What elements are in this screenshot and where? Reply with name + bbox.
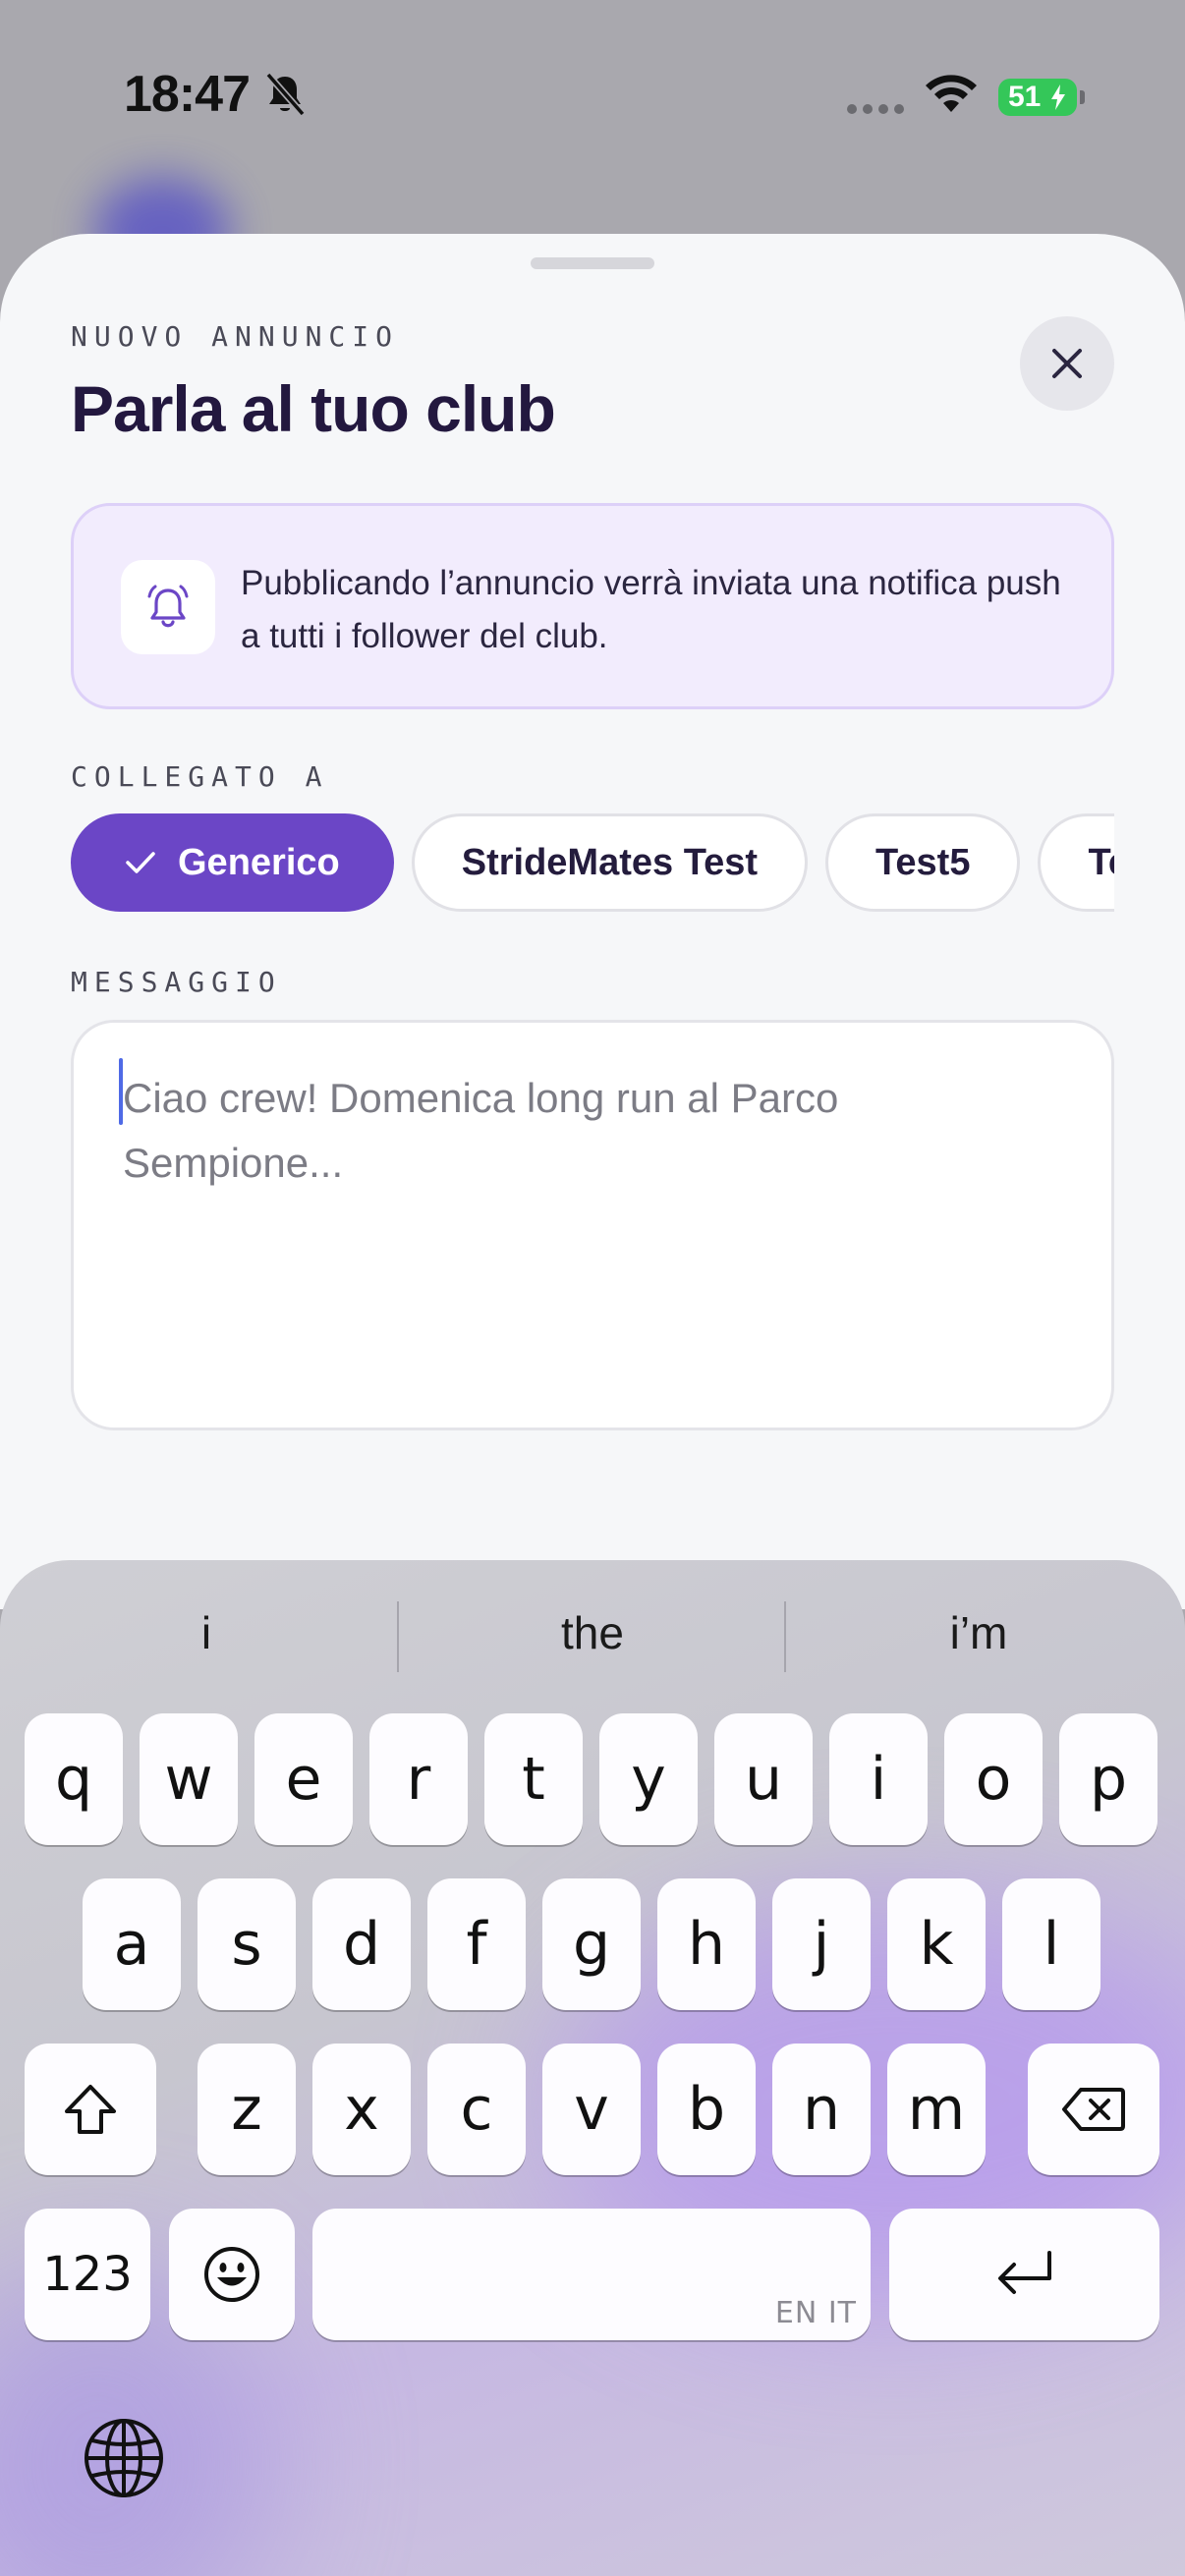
- bell-icon: [147, 585, 189, 628]
- keyboard: i the i’m q w e r t y u i o p a s d f g …: [0, 1560, 1185, 2576]
- push-notification-notice: Pubblicando l’annuncio verrà inviata una…: [71, 503, 1114, 709]
- key-c[interactable]: c: [427, 2044, 526, 2175]
- chip-label: Test5: [875, 841, 971, 883]
- key-b[interactable]: b: [657, 2044, 756, 2175]
- status-bar: 18:47 51: [0, 0, 1185, 196]
- status-time: 18:47: [124, 66, 251, 123]
- key-z[interactable]: z: [198, 2044, 296, 2175]
- close-icon: [1052, 349, 1082, 378]
- return-key[interactable]: [889, 2209, 1159, 2340]
- chip-label: Generico: [178, 841, 340, 883]
- numbers-key-label: 123: [42, 2247, 133, 2302]
- return-icon: [997, 2251, 1051, 2294]
- bolt-icon: [1051, 84, 1065, 110]
- emoji-key[interactable]: [169, 2209, 295, 2340]
- key-k[interactable]: k: [887, 1878, 986, 2010]
- key-t[interactable]: t: [484, 1713, 583, 1845]
- key-j[interactable]: j: [772, 1878, 871, 2010]
- globe-icon[interactable]: [83, 2417, 165, 2499]
- sheet-title: Parla al tuo club: [71, 372, 556, 445]
- chip-te[interactable]: Te: [1038, 813, 1114, 912]
- shift-key[interactable]: [25, 2044, 156, 2175]
- space-key[interactable]: EN IT: [312, 2209, 871, 2340]
- delete-icon: [1062, 2088, 1125, 2131]
- announcement-sheet: NUOVO ANNUNCIO Parla al tuo club Pubblic…: [0, 234, 1185, 1609]
- battery-indicator: 51: [998, 79, 1085, 116]
- wifi-icon: [926, 75, 977, 112]
- sheet-grabber[interactable]: [531, 257, 654, 269]
- chip-generico[interactable]: Generico: [71, 813, 394, 912]
- key-v[interactable]: v: [542, 2044, 641, 2175]
- close-button[interactable]: [1020, 316, 1114, 411]
- message-input[interactable]: Ciao crew! Domenica long run al Parco Se…: [71, 1020, 1114, 1430]
- chip-label: Te: [1088, 841, 1114, 883]
- linked-to-label: COLLEGATO A: [71, 760, 329, 793]
- battery-level: 51: [1008, 81, 1042, 113]
- emoji-icon: [204, 2247, 259, 2302]
- key-r[interactable]: r: [369, 1713, 468, 1845]
- key-n[interactable]: n: [772, 2044, 871, 2175]
- key-o[interactable]: o: [944, 1713, 1043, 1845]
- message-label: MESSAGGIO: [71, 966, 282, 998]
- chip-label: StrideMates Test: [461, 841, 759, 883]
- key-s[interactable]: s: [198, 1878, 296, 2010]
- suggestion-bar: i the i’m: [0, 1594, 1185, 1672]
- notice-text: Pubblicando l’annuncio verrà inviata una…: [241, 564, 1061, 655]
- key-p[interactable]: p: [1059, 1713, 1157, 1845]
- notice-icon-tile: [121, 560, 215, 654]
- suggestion-2[interactable]: the: [400, 1594, 785, 1672]
- linked-to-chips: Generico StrideMates Test Test5 Te: [71, 813, 1114, 916]
- key-g[interactable]: g: [542, 1878, 641, 2010]
- key-h[interactable]: h: [657, 1878, 756, 2010]
- key-d[interactable]: d: [312, 1878, 411, 2010]
- key-a[interactable]: a: [83, 1878, 181, 2010]
- suggestion-3[interactable]: i’m: [786, 1594, 1171, 1672]
- key-i[interactable]: i: [829, 1713, 928, 1845]
- key-w[interactable]: w: [140, 1713, 238, 1845]
- message-placeholder: Ciao crew! Domenica long run al Parco Se…: [123, 1075, 839, 1186]
- key-m[interactable]: m: [887, 2044, 986, 2175]
- chip-test5[interactable]: Test5: [825, 813, 1021, 912]
- delete-key[interactable]: [1028, 2044, 1159, 2175]
- key-q[interactable]: q: [25, 1713, 123, 1845]
- sheet-eyebrow: NUOVO ANNUNCIO: [71, 320, 400, 353]
- check-icon: [126, 852, 155, 873]
- key-x[interactable]: x: [312, 2044, 411, 2175]
- key-e[interactable]: e: [254, 1713, 353, 1845]
- space-languages: EN IT: [774, 2296, 857, 2330]
- bell-off-icon: [265, 72, 306, 117]
- key-f[interactable]: f: [427, 1878, 526, 2010]
- key-y[interactable]: y: [599, 1713, 698, 1845]
- suggestion-divider: [397, 1601, 399, 1672]
- key-u[interactable]: u: [714, 1713, 813, 1845]
- numbers-key[interactable]: 123: [25, 2209, 150, 2340]
- cellular-signal: [847, 101, 910, 119]
- suggestion-1[interactable]: i: [14, 1594, 399, 1672]
- shift-icon: [65, 2085, 116, 2134]
- chip-stridemates-test[interactable]: StrideMates Test: [411, 813, 809, 912]
- key-l[interactable]: l: [1002, 1878, 1100, 2010]
